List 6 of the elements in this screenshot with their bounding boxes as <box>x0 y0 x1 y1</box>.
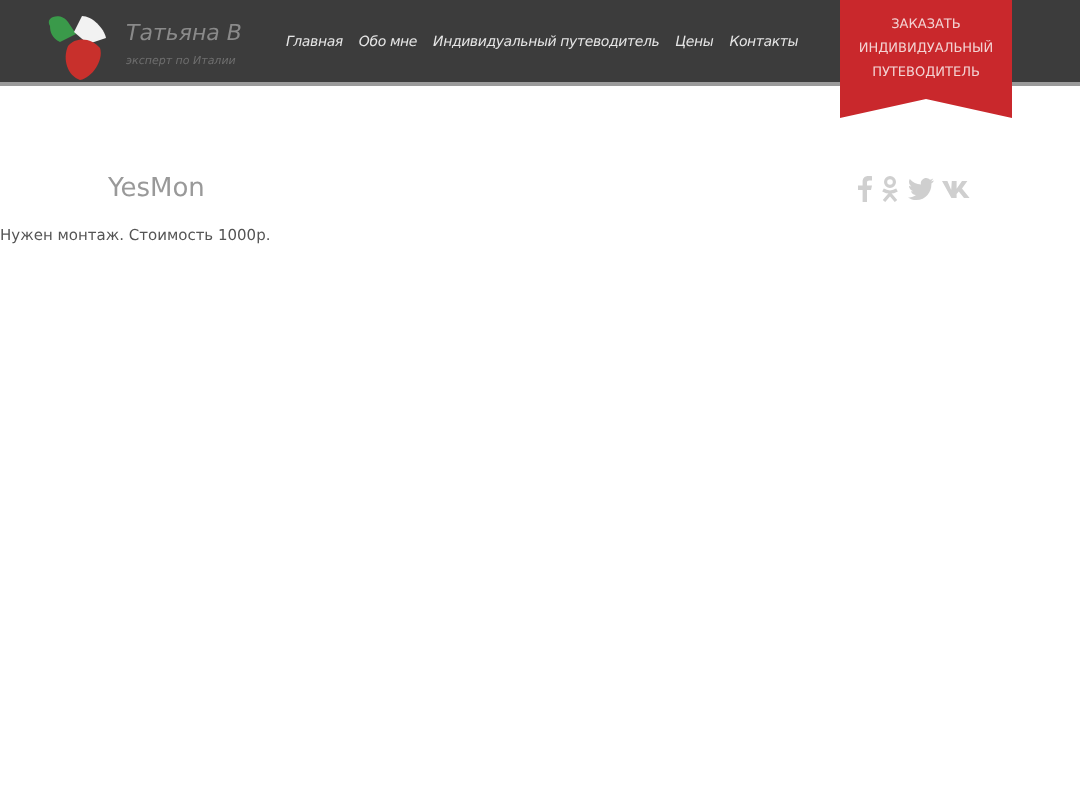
post-title: YesMon <box>108 174 205 204</box>
facebook-icon[interactable] <box>858 176 872 202</box>
brand-name: Татьяна В <box>126 19 242 45</box>
bird-icon[interactable] <box>908 178 934 200</box>
person-icon[interactable] <box>880 176 900 202</box>
vk-icon[interactable] <box>942 180 972 198</box>
